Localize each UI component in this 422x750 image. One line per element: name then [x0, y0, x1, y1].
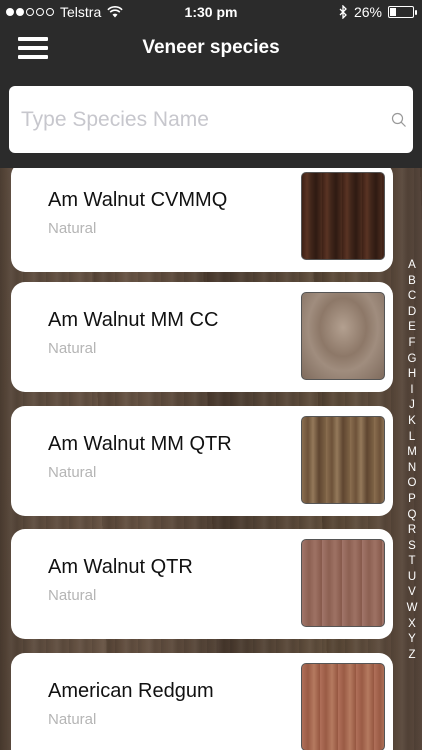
list-item[interactable]: Am Walnut CVMMQ Natural	[11, 168, 393, 272]
top-bar: Telstra 1:30 pm 26% Veneer species	[0, 0, 422, 168]
index-letter-g[interactable]: G	[408, 352, 417, 368]
species-name: Am Walnut MM QTR	[48, 433, 232, 455]
index-letter-u[interactable]: U	[408, 570, 416, 586]
index-letter-o[interactable]: O	[408, 476, 417, 492]
veneer-swatch-image	[301, 416, 385, 504]
battery-percent: 26%	[353, 4, 382, 20]
veneer-swatch-image	[301, 292, 385, 380]
species-finish: Natural	[48, 220, 97, 237]
index-letter-d[interactable]: D	[408, 305, 416, 321]
veneer-swatch-image	[301, 539, 385, 627]
index-letter-i[interactable]: I	[410, 383, 413, 399]
page-title: Veneer species	[142, 37, 280, 58]
species-finish: Natural	[48, 340, 97, 357]
bluetooth-icon	[339, 5, 347, 19]
index-letter-c[interactable]: C	[408, 289, 416, 305]
veneer-swatch-image	[301, 663, 385, 750]
index-letter-a[interactable]: A	[408, 258, 416, 274]
species-name: American Redgum	[48, 680, 214, 702]
veneer-swatch-image	[301, 172, 385, 260]
index-letter-j[interactable]: J	[409, 398, 415, 414]
species-name: Am Walnut CVMMQ	[48, 189, 228, 211]
list-item[interactable]: Am Walnut QTR Natural	[11, 529, 393, 639]
species-list: Am Walnut CVMMQ Natural Am Walnut MM CC …	[0, 168, 422, 750]
index-letter-l[interactable]: L	[409, 430, 415, 446]
index-letter-s[interactable]: S	[408, 539, 416, 555]
search-bar	[9, 86, 413, 153]
index-letter-z[interactable]: Z	[408, 648, 415, 664]
nav-bar: Veneer species	[0, 24, 422, 72]
list-item[interactable]: Am Walnut MM QTR Natural	[11, 406, 393, 516]
index-letter-w[interactable]: W	[407, 601, 418, 617]
species-finish: Natural	[48, 587, 97, 604]
list-item[interactable]: Am Walnut MM CC Natural	[11, 282, 393, 392]
index-letter-q[interactable]: Q	[408, 508, 417, 524]
index-letter-p[interactable]: P	[408, 492, 416, 508]
status-bar: Telstra 1:30 pm 26%	[0, 0, 422, 24]
index-letter-e[interactable]: E	[408, 320, 416, 336]
species-name: Am Walnut QTR	[48, 556, 193, 578]
index-letter-b[interactable]: B	[408, 274, 416, 290]
species-finish: Natural	[48, 711, 97, 728]
index-letter-k[interactable]: K	[408, 414, 416, 430]
index-letter-r[interactable]: R	[408, 523, 416, 539]
index-letter-x[interactable]: X	[408, 617, 416, 633]
index-letter-f[interactable]: F	[408, 336, 415, 352]
species-finish: Natural	[48, 464, 97, 481]
species-name: Am Walnut MM CC	[48, 309, 219, 331]
index-letter-m[interactable]: M	[407, 445, 417, 461]
index-letter-y[interactable]: Y	[408, 632, 416, 648]
search-icon[interactable]	[391, 112, 407, 128]
battery-icon	[388, 6, 417, 18]
index-letter-v[interactable]: V	[408, 585, 416, 601]
index-letter-h[interactable]: H	[408, 367, 416, 383]
alphabet-index: ABCDEFGHIJKLMNOPQRSTUVWXYZ	[402, 258, 422, 663]
list-item[interactable]: American Redgum Natural	[11, 653, 393, 750]
index-letter-t[interactable]: T	[408, 554, 415, 570]
search-input[interactable]	[21, 100, 381, 140]
index-letter-n[interactable]: N	[408, 461, 416, 477]
